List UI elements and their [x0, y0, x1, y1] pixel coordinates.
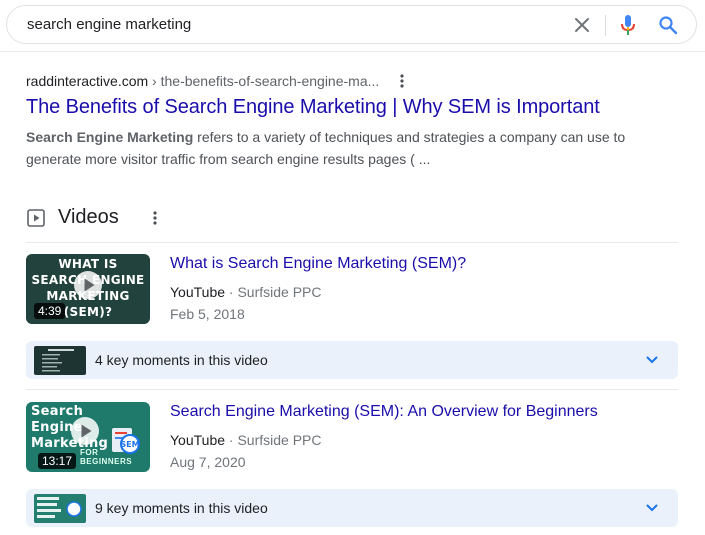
result-snippet: Search Engine Marketing refers to a vari… — [26, 126, 626, 170]
video-play-icon[interactable] — [73, 270, 103, 300]
section-divider — [26, 242, 678, 243]
thumbnail-footer: FOR BEGINNERS — [80, 448, 133, 466]
header-divider — [0, 51, 705, 52]
key-moments-thumbnail — [34, 346, 86, 375]
video-thumbnail[interactable]: Search Engine Marketing SEM 13:17 FOR BE… — [26, 402, 150, 472]
microphone-icon[interactable] — [618, 14, 638, 36]
clear-icon[interactable] — [573, 16, 591, 34]
video-date: Aug 7, 2020 — [170, 454, 246, 470]
key-moments-expander[interactable]: 9 key moments in this video — [26, 489, 678, 527]
result-title-link[interactable]: The Benefits of Search Engine Marketing … — [26, 96, 600, 119]
key-moments-label: 9 key moments in this video — [95, 500, 268, 516]
search-bar-divider — [605, 15, 606, 36]
video-title-link[interactable]: Search Engine Marketing (SEM): An Overvi… — [170, 403, 598, 421]
more-vert-icon[interactable] — [396, 72, 408, 90]
more-vert-icon[interactable] — [149, 209, 161, 227]
search-bar[interactable]: search engine marketing — [6, 5, 697, 44]
search-icon[interactable] — [658, 15, 678, 35]
chevron-down-icon[interactable] — [645, 502, 659, 514]
key-moments-expander[interactable]: 4 key moments in this video — [26, 341, 678, 379]
video-thumbnail[interactable]: WHAT IS SEARCH ENGINE MARKETING (SEM)? 4… — [26, 254, 150, 324]
video-title-link[interactable]: What is Search Engine Marketing (SEM)? — [170, 255, 466, 273]
video-duration: 4:39 — [34, 303, 66, 319]
video-date: Feb 5, 2018 — [170, 306, 245, 322]
key-moments-thumbnail — [34, 494, 86, 523]
search-input[interactable]: search engine marketing — [27, 16, 191, 33]
video-play-icon[interactable] — [70, 416, 100, 446]
videos-heading: Videos — [58, 206, 119, 228]
result-domain: raddinteractive.com — [26, 73, 149, 89]
key-moments-label: 4 key moments in this video — [95, 352, 268, 368]
result-url[interactable]: raddinteractive.com › the-benefits-of-se… — [26, 73, 379, 89]
video-divider — [26, 389, 678, 390]
video-source: YouTube · Surfside PPC — [170, 284, 322, 300]
video-section-icon — [27, 209, 45, 227]
video-source: YouTube · Surfside PPC — [170, 432, 322, 448]
snippet-highlight: Search Engine Marketing — [26, 129, 194, 145]
chevron-down-icon[interactable] — [645, 354, 659, 366]
result-breadcrumb: › the-benefits-of-search-engine-ma... — [148, 73, 380, 89]
video-duration: 13:17 — [38, 453, 77, 469]
